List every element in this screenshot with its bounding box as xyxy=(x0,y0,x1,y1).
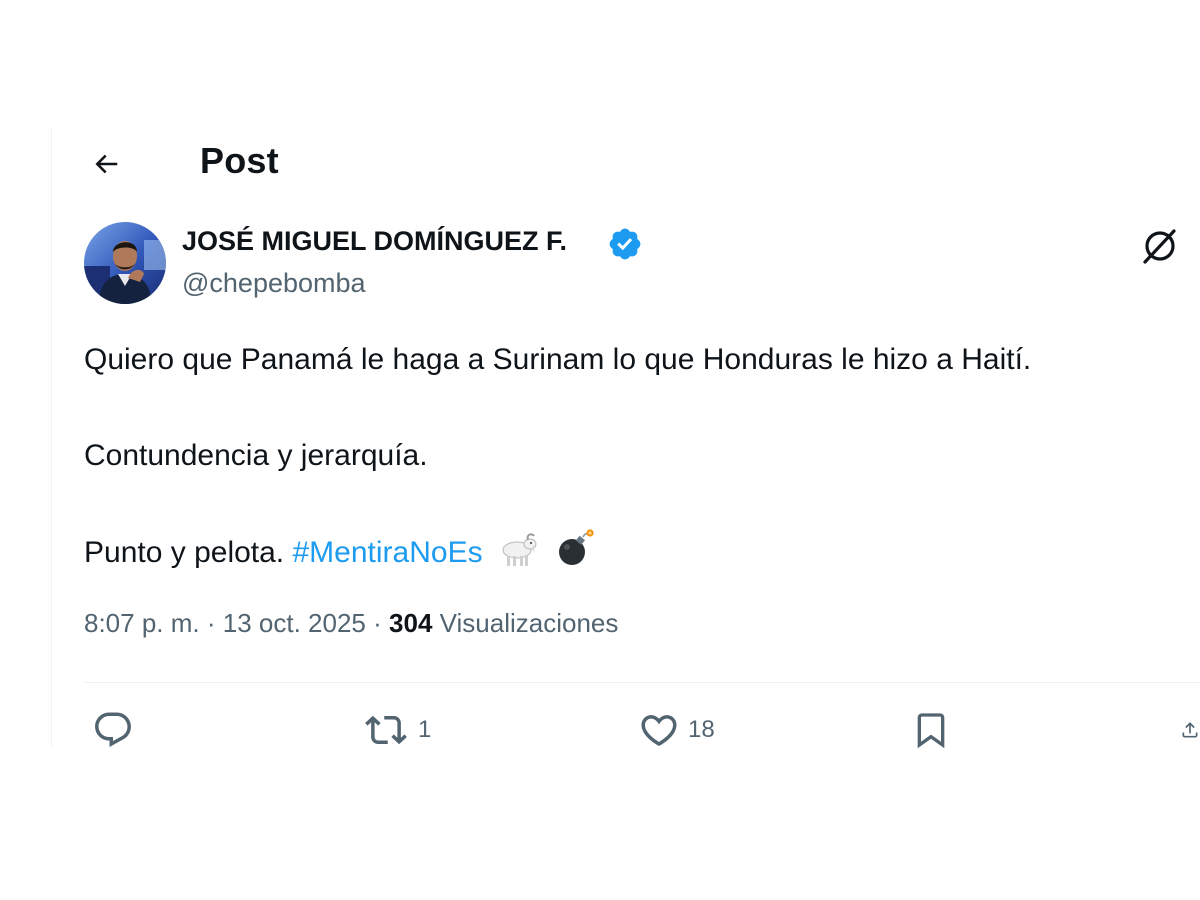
tweet-line: Punto y pelota. #MentiraNoEs xyxy=(84,528,1194,576)
reply-button[interactable] xyxy=(92,706,142,754)
like-button[interactable]: 18 xyxy=(638,706,715,754)
bookmark-icon xyxy=(917,713,945,749)
author-name[interactable]: JOSÉ MIGUEL DOMÍNGUEZ F. xyxy=(182,226,567,257)
tweet-line: Contundencia y jerarquía. xyxy=(84,439,428,472)
bookmark-button[interactable] xyxy=(911,706,951,754)
heart-icon xyxy=(641,715,677,747)
tweet-line: Quiero que Panamá le haga a Surinam lo q… xyxy=(84,343,1032,376)
views-count: 304 xyxy=(389,608,433,638)
grok-icon xyxy=(1143,229,1176,264)
like-count: 18 xyxy=(688,716,715,743)
post-time[interactable]: 8:07 p. m. xyxy=(84,608,200,638)
share-button[interactable] xyxy=(1180,706,1200,754)
goat-icon xyxy=(497,532,541,583)
tweet-text: Quiero que Panamá le haga a Surinam lo q… xyxy=(84,336,1194,576)
meta-separator: · xyxy=(206,608,216,638)
author-handle[interactable]: @chepebomba xyxy=(182,268,366,299)
verified-badge-icon xyxy=(609,228,641,260)
meta-separator: · xyxy=(373,608,382,638)
avatar-image xyxy=(84,222,166,304)
author-row: JOSÉ MIGUEL DOMÍNGUEZ F. @chepebomba xyxy=(84,220,1200,306)
bomb-icon xyxy=(555,528,595,583)
hashtag-link[interactable]: #MentiraNoEs xyxy=(293,536,483,569)
repost-icon xyxy=(365,715,407,745)
divider xyxy=(84,682,1200,683)
share-icon xyxy=(1182,722,1198,738)
post-header: Post xyxy=(52,128,1200,198)
grok-button[interactable] xyxy=(1140,226,1180,266)
arrow-left-icon xyxy=(95,154,118,174)
post-page: Post JOSÉ MIGUEL DOMÍNGUEZ F. @chepebomb… xyxy=(0,0,1200,900)
repost-count: 1 xyxy=(418,716,432,743)
tweet-line-text: Punto y pelota. xyxy=(84,536,285,569)
post-meta: 8:07 p. m. · 13 oct. 2025 · 304 Visualiz… xyxy=(84,608,618,639)
page-title: Post xyxy=(200,140,279,181)
column-border xyxy=(51,127,52,747)
avatar[interactable] xyxy=(84,222,166,304)
back-button[interactable] xyxy=(84,142,128,186)
reply-icon xyxy=(95,712,131,747)
views-label: Visualizaciones xyxy=(439,608,619,638)
repost-button[interactable]: 1 xyxy=(362,706,431,754)
post-date[interactable]: 13 oct. 2025 xyxy=(223,608,366,638)
